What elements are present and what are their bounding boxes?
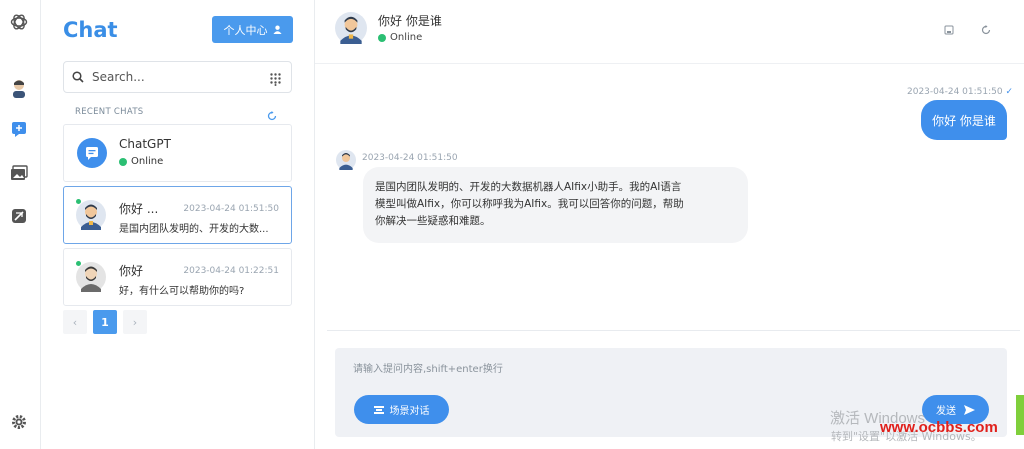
search-box (63, 61, 292, 93)
site-watermark: www.ocbbs.com (880, 419, 998, 436)
bot-message: 是国内团队发明的、开发的大数据机器人AIfix小助手。我的AI语言 模型叫做AI… (363, 167, 748, 243)
avatar-icon[interactable] (8, 77, 30, 99)
bot-avatar (336, 150, 356, 174)
gear-icon[interactable] (8, 411, 30, 433)
online-dot (378, 33, 386, 42)
user-avatar (76, 200, 106, 234)
page-1-button[interactable]: 1 (93, 310, 117, 334)
message-input[interactable]: 请输入提问内容,shift+enter换行 (353, 360, 503, 375)
chat-time: 2023-04-24 01:51:50 (183, 204, 279, 214)
send-button-label: 发送 (936, 406, 956, 417)
chat-preview: 好，有什么可以帮助你的吗? (119, 286, 245, 297)
edge-decoration (1016, 395, 1024, 435)
bot-message-line: 你解决一些疑惑和难题。 (375, 215, 491, 227)
user-avatar (76, 262, 106, 296)
pagination: ‹ 1 › (63, 310, 147, 334)
conversation-area: 你好 你是谁 Online 2023-04-24 01:51:50 ✓ 你好 你… (315, 0, 1024, 449)
chat-name: 你好 ... (119, 202, 159, 216)
conversation-header: 你好 你是谁 Online (315, 0, 1024, 64)
save-icon[interactable] (941, 22, 957, 38)
chat-time: 2023-04-24 01:22:51 (183, 266, 279, 276)
user-message: 你好 你是谁 (921, 100, 1007, 140)
chat-item[interactable]: 你好 2023-04-24 01:22:51 好，有什么可以帮助你的吗? (63, 248, 292, 306)
search-input[interactable] (92, 70, 262, 84)
scene-dialog-button[interactable]: 场景对话 (354, 395, 449, 424)
chat-icon[interactable] (8, 118, 30, 140)
user-icon (272, 25, 282, 34)
message-time-text: 2023-04-24 01:51:50 (907, 87, 1003, 97)
send-icon (964, 404, 975, 415)
online-dot (119, 157, 127, 166)
chat-status-text: Online (131, 156, 164, 167)
read-check-icon: ✓ (1005, 87, 1014, 97)
chat-status: Online (119, 156, 163, 167)
refresh-icon[interactable] (267, 106, 277, 125)
chat-name: 你好 (119, 264, 144, 278)
header-avatar (335, 12, 367, 48)
search-icon (64, 71, 92, 83)
chat-name: ChatGPT (119, 137, 171, 151)
profile-center-button[interactable]: 个人中心 (212, 16, 293, 43)
chatgpt-avatar (77, 138, 107, 172)
scene-icon (373, 405, 384, 414)
bot-message-line: 是国内团队发明的、开发的大数据机器人AIfix小助手。我的AI语言 (375, 181, 682, 193)
message-time: 2023-04-24 01:51:50 (362, 153, 458, 163)
icon-rail (0, 0, 41, 449)
message-time: 2023-04-24 01:51:50 ✓ (907, 87, 1013, 97)
panel-title: Chat (63, 18, 118, 42)
bot-message-line: 模型叫做AIfix，你可以称呼我为AIfix。我可以回答你的问题，帮助 (375, 198, 684, 210)
conversation-status-text: Online (390, 32, 423, 43)
refresh-icon[interactable] (978, 22, 994, 38)
openai-logo-icon[interactable] (8, 11, 30, 33)
recent-chats-label: RECENT CHATS (75, 107, 144, 117)
conversation-title: 你好 你是谁 (378, 14, 442, 28)
chat-preview: 是国内团队发明的、开发的大数... (119, 224, 269, 235)
dialpad-icon[interactable] (270, 71, 281, 90)
chat-app: Chat 个人中心 RECENT CHATS (0, 0, 1024, 449)
chats-panel: Chat 个人中心 RECENT CHATS (41, 0, 315, 449)
gallery-icon[interactable] (8, 162, 30, 184)
no-sync-icon[interactable] (8, 205, 30, 227)
scene-button-label: 场景对话 (389, 406, 430, 417)
composer-divider (327, 330, 1020, 331)
conversation-status: Online (378, 32, 422, 43)
next-page-button[interactable]: › (123, 310, 147, 334)
chat-item-chatgpt[interactable]: ChatGPT Online (63, 124, 292, 182)
profile-button-label: 个人中心 (223, 23, 268, 37)
chat-item-active[interactable]: 你好 ... 2023-04-24 01:51:50 是国内团队发明的、开发的大… (63, 186, 292, 244)
prev-page-button[interactable]: ‹ (63, 310, 87, 334)
